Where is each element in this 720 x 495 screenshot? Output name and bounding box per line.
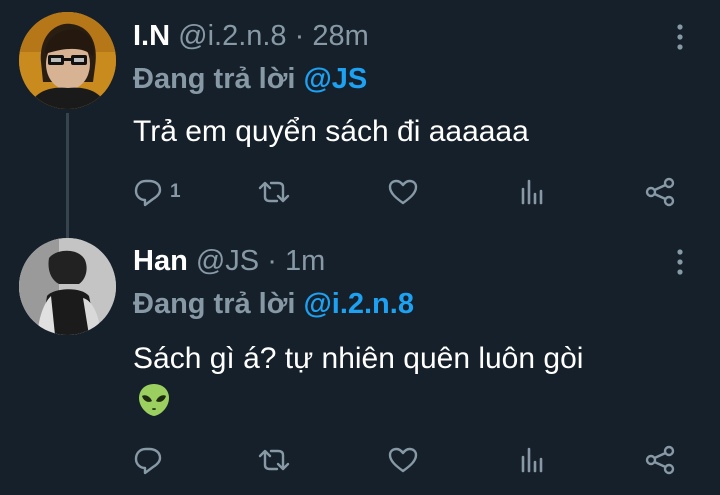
like-icon[interactable]	[387, 444, 419, 476]
replying-to-handle[interactable]: @i.2.n.8	[303, 288, 413, 320]
reply-icon[interactable]	[133, 444, 163, 476]
avatar[interactable]	[19, 238, 116, 335]
like-icon[interactable]	[387, 176, 419, 208]
separator: ·	[267, 245, 277, 277]
more-icon[interactable]	[672, 247, 688, 277]
retweet-icon[interactable]	[256, 176, 292, 208]
username[interactable]: @i.2.n.8	[178, 20, 286, 52]
analytics-icon[interactable]	[518, 176, 546, 208]
reply-icon[interactable]	[133, 176, 163, 208]
tweet-header: Han @JS · 1m	[133, 244, 325, 278]
reply-count: 1	[170, 181, 181, 202]
timestamp[interactable]: 28m	[312, 20, 368, 52]
display-name[interactable]: Han	[133, 245, 188, 277]
separator: ·	[294, 20, 305, 52]
replying-to: Đang trả lời @JS	[133, 62, 367, 96]
timestamp[interactable]: 1m	[285, 245, 325, 277]
tweet[interactable]: Han @JS · 1m Đang trả lời @i.2.n.8 Sách …	[0, 237, 720, 495]
action-bar	[0, 440, 720, 480]
more-icon[interactable]	[672, 22, 688, 52]
replying-prefix: Đang trả lời	[133, 288, 296, 320]
username[interactable]: @JS	[196, 245, 259, 277]
action-bar: 1	[0, 172, 720, 212]
replying-prefix: Đang trả lời	[133, 63, 296, 95]
avatar[interactable]	[19, 12, 116, 109]
display-name[interactable]: I.N	[133, 20, 170, 52]
replying-to-handle[interactable]: @JS	[303, 63, 367, 95]
analytics-icon[interactable]	[518, 444, 546, 476]
share-icon[interactable]	[644, 176, 676, 208]
replying-to: Đang trả lời @i.2.n.8	[133, 287, 414, 321]
tweet-header: I.N @i.2.n.8 · 28m	[133, 19, 369, 53]
tweet-text: Sách gì á? tự nhiên quên luôn gòi	[133, 342, 584, 375]
retweet-icon[interactable]	[256, 444, 292, 476]
alien-emoji-icon	[139, 384, 169, 416]
tweet-text: Trả em quyển sách đi aaaaaa	[133, 115, 529, 148]
share-icon[interactable]	[644, 444, 676, 476]
tweet[interactable]: I.N @i.2.n.8 · 28m Đang trả lời @JS Trả …	[0, 0, 720, 241]
